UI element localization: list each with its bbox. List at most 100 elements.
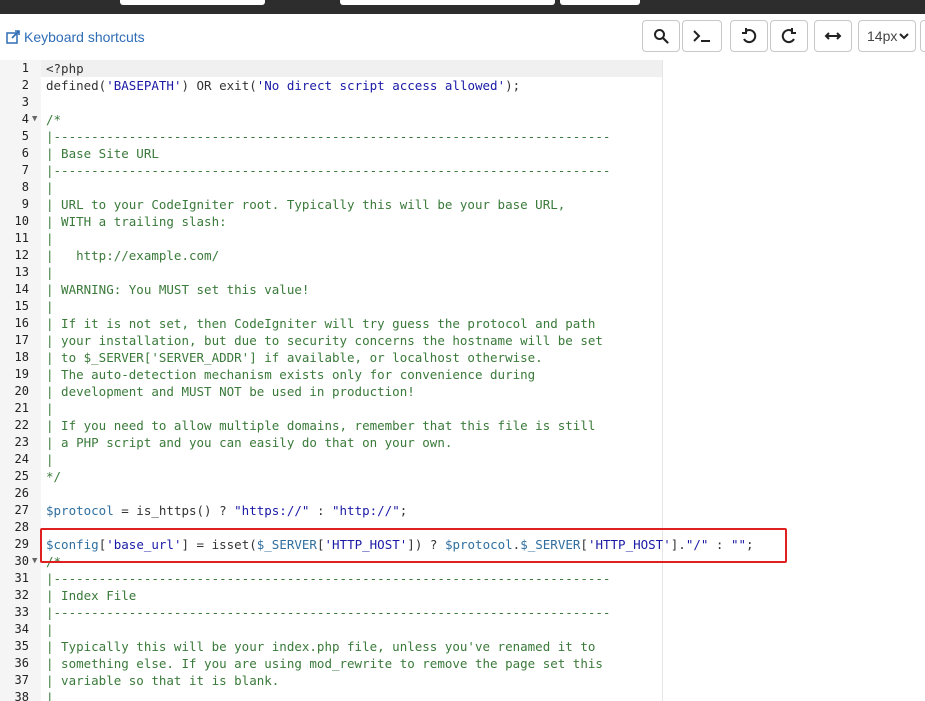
code-text: | to $_SERVER['SERVER_ADDR'] if availabl…	[46, 350, 543, 365]
line-number: 33	[14, 605, 29, 619]
code-line[interactable]: 18 | to $_SERVER['SERVER_ADDR'] if availa…	[0, 349, 925, 366]
code-text: |	[46, 231, 54, 246]
code-line[interactable]: 24 |	[0, 451, 925, 468]
code-line[interactable]: 37 | variable so that it is blank.	[0, 672, 925, 689]
code-text: | a PHP script and you can easily do tha…	[46, 435, 453, 450]
line-number: 6	[21, 146, 29, 160]
code-text: | your installation, but due to security…	[46, 333, 603, 348]
code-line[interactable]: 2 defined('BASEPATH') OR exit('No direct …	[0, 77, 925, 94]
code-text: | Typically this will be your index.php …	[46, 639, 596, 654]
code-line[interactable]: 27 $protocol = is_https() ? "https://" : …	[0, 502, 925, 519]
overflow-button[interactable]	[920, 20, 925, 52]
font-size-select[interactable]: 14px	[858, 20, 916, 52]
code-line[interactable]: 15 |	[0, 298, 925, 315]
line-number: 19	[14, 367, 29, 381]
code-line[interactable]: 1 <?php	[0, 60, 925, 77]
line-number: 4	[21, 112, 29, 126]
top-input-right[interactable]	[560, 0, 640, 5]
code-line[interactable]: 14 | WARNING: You MUST set this value!	[0, 281, 925, 298]
redo-button[interactable]	[770, 20, 808, 52]
code-text: defined('BASEPATH') OR exit('No direct s…	[46, 78, 521, 93]
code-text: */	[46, 469, 62, 484]
line-number: 30	[14, 554, 29, 568]
line-number: 37	[14, 673, 29, 687]
code-line[interactable]: 7 |--------------------------------------…	[0, 162, 925, 179]
line-number: 3	[21, 95, 29, 109]
code-line[interactable]: 16 | If it is not set, then CodeIgniter w…	[0, 315, 925, 332]
line-number: 26	[14, 486, 29, 500]
line-number: 11	[14, 231, 29, 245]
fold-toggle-icon[interactable]: ▼	[32, 553, 37, 570]
code-line[interactable]: 11 |	[0, 230, 925, 247]
line-number: 34	[14, 622, 29, 636]
code-line[interactable]: 26	[0, 485, 925, 502]
search-button[interactable]	[642, 20, 680, 52]
code-line[interactable]: 25 */	[0, 468, 925, 485]
code-line[interactable]: 32 | Index File	[0, 587, 925, 604]
line-number: 18	[14, 350, 29, 364]
fold-toggle-icon[interactable]: ▼	[32, 111, 37, 128]
code-line[interactable]: 31 |-------------------------------------…	[0, 570, 925, 587]
code-line[interactable]: 20 | development and MUST NOT be used in …	[0, 383, 925, 400]
word-wrap-button[interactable]	[814, 20, 852, 52]
code-text: |	[46, 299, 54, 314]
line-number: 27	[14, 503, 29, 517]
code-line[interactable]: 5 |--------------------------------------…	[0, 128, 925, 145]
redo-icon	[781, 28, 796, 44]
code-text: |	[46, 690, 54, 701]
code-text: | The auto-detection mechanism exists on…	[46, 367, 536, 382]
code-line[interactable]: 10 | WITH a trailing slash:	[0, 213, 925, 230]
code-line[interactable]: 6 | Base Site URL	[0, 145, 925, 162]
keyboard-shortcuts-link[interactable]: Keyboard shortcuts	[6, 29, 145, 45]
line-number: 12	[14, 248, 29, 262]
code-line[interactable]: 34 |	[0, 621, 925, 638]
code-text: | If you need to allow multiple domains,…	[46, 418, 596, 433]
code-text: <?php	[46, 61, 84, 76]
code-text: | something else. If you are using mod_r…	[46, 656, 603, 671]
code-text: | If it is not set, then CodeIgniter wil…	[46, 316, 596, 331]
code-line[interactable]: 4 ▼ /*	[0, 111, 925, 128]
code-line[interactable]: 36 | something else. If you are using mod…	[0, 655, 925, 672]
code-text: | WARNING: You MUST set this value!	[46, 282, 310, 297]
line-number: 13	[14, 265, 29, 279]
line-number: 2	[21, 78, 29, 92]
line-number: 15	[14, 299, 29, 313]
keyboard-shortcuts-label: Keyboard shortcuts	[24, 29, 145, 45]
code-text: |---------------------------------------…	[46, 571, 611, 586]
code-line[interactable]: 8 |	[0, 179, 925, 196]
chevron-down-icon	[899, 33, 909, 40]
external-edit-icon	[6, 30, 20, 44]
code-line[interactable]: 17 | your installation, but due to securi…	[0, 332, 925, 349]
line-number: 38	[14, 690, 29, 701]
code-line[interactable]: 35 | Typically this will be your index.ph…	[0, 638, 925, 655]
line-number: 24	[14, 452, 29, 466]
code-text: /*	[46, 112, 62, 127]
line-number: 8	[21, 180, 29, 194]
code-line[interactable]: 21 |	[0, 400, 925, 417]
code-line[interactable]: 9 | URL to your CodeIgniter root. Typical…	[0, 196, 925, 213]
code-text: | Base Site URL	[46, 146, 159, 161]
code-editor[interactable]: 1 <?php 2 defined('BASEPATH') OR exit('No d…	[0, 60, 925, 701]
undo-button[interactable]	[730, 20, 768, 52]
code-line[interactable]: 13 |	[0, 264, 925, 281]
code-text: |	[46, 401, 54, 416]
top-input-middle[interactable]	[340, 0, 555, 5]
top-input-left[interactable]	[120, 0, 265, 5]
top-bar	[0, 0, 925, 14]
code-line[interactable]: 3	[0, 94, 925, 111]
active-line-highlight	[41, 60, 662, 77]
code-line[interactable]: 19 | The auto-detection mechanism exists …	[0, 366, 925, 383]
code-text: |---------------------------------------…	[46, 605, 611, 620]
code-text: | http://example.com/	[46, 248, 220, 263]
code-line[interactable]: 33 |-------------------------------------…	[0, 604, 925, 621]
editor-toolbar: Keyboard shortcuts 14px	[0, 14, 925, 60]
code-line[interactable]: 38 |	[0, 689, 925, 701]
line-number: 16	[14, 316, 29, 330]
terminal-button[interactable]	[682, 20, 722, 52]
code-line[interactable]: 23 | a PHP script and you can easily do t…	[0, 434, 925, 451]
code-line[interactable]: 12 | http://example.com/	[0, 247, 925, 264]
line-number: 22	[14, 418, 29, 432]
code-line[interactable]: 22 | If you need to allow multiple domain…	[0, 417, 925, 434]
code-text: | URL to your CodeIgniter root. Typicall…	[46, 197, 566, 212]
line-number: 10	[14, 214, 29, 228]
